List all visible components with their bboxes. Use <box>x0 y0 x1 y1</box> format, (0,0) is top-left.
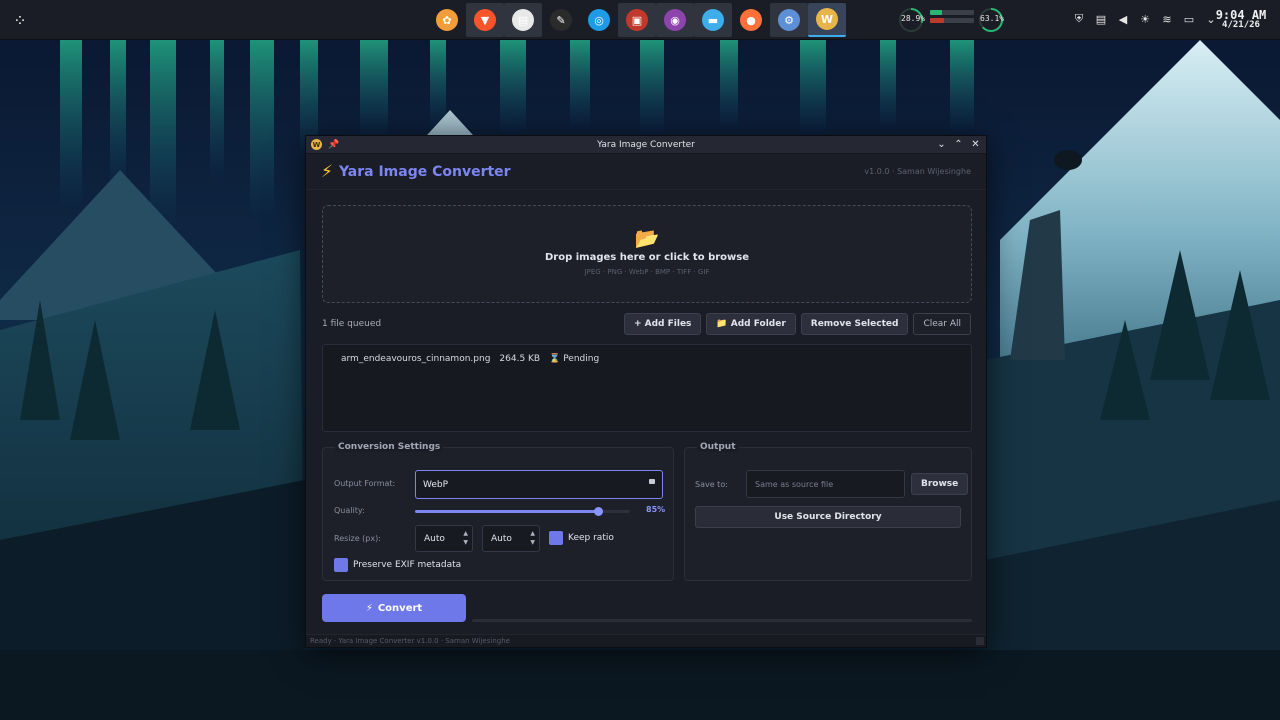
file-list[interactable]: arm_endeavouros_cinnamon.png 264.5 KB ⌛ … <box>322 344 972 432</box>
safari-compass-icon: ◎ <box>588 9 610 31</box>
kde-settings-icon: ⚙ <box>778 9 800 31</box>
presentation-app-icon: ▣ <box>626 9 648 31</box>
app-launcher-icon[interactable]: ⁘ <box>8 8 32 32</box>
brightness-icon[interactable]: ☀ <box>1138 11 1152 27</box>
brave-browser-icon: ▼ <box>474 9 496 31</box>
clear-all-button[interactable]: Clear All <box>913 313 971 335</box>
preserve-exif-label[interactable]: Preserve EXIF metadata <box>353 560 461 570</box>
lightning-icon: ⚡ <box>321 161 333 182</box>
resize-height-spinbox[interactable]: Auto ▲ ▼ <box>482 525 540 552</box>
conversion-settings-group: Conversion Settings Output Format: WebP … <box>322 442 674 581</box>
supported-formats: JPEG · PNG · WebP · BMP · TIFF · GIF <box>584 268 710 276</box>
output-group: Output Save to: Same as source file Brow… <box>684 442 972 581</box>
taskbar-item[interactable]: ▤ <box>504 3 542 37</box>
version-credit: v1.0.0 · Saman Wijesinghe <box>864 167 971 176</box>
output-format-value: WebP <box>423 479 449 490</box>
taskbar-item[interactable]: ✎ <box>542 3 580 37</box>
status-bar: Ready · Yara Image Converter v1.0.0 · Sa… <box>306 634 986 647</box>
flower-app-icon: ✿ <box>436 9 458 31</box>
taskbar-item[interactable]: ▼ <box>466 3 504 37</box>
hourglass-icon: ⌛ <box>549 354 561 364</box>
quality-slider[interactable] <box>415 507 630 516</box>
save-to-label: Save to: <box>695 480 728 489</box>
clock-date: 4/21/26 <box>1222 20 1260 30</box>
quality-slider-handle[interactable] <box>593 507 603 516</box>
app-name: Yara Image Converter <box>338 163 511 180</box>
resize-height-value: Auto <box>491 533 512 544</box>
window-title: Yara Image Converter <box>597 139 695 150</box>
status-text: Ready · Yara Image Converter v1.0.0 · Sa… <box>310 637 510 645</box>
keep-ratio-checkbox[interactable] <box>549 531 563 545</box>
app-window-icon[interactable]: W <box>311 139 322 150</box>
convert-label: Convert <box>377 602 423 614</box>
quality-label: Quality: <box>334 506 365 515</box>
conversion-settings-title: Conversion Settings <box>335 442 444 452</box>
save-path-input[interactable]: Same as source file <box>746 470 905 498</box>
taskbar: ✿ ▼ ▤ ✎ ◎ ▣ ◉ ▬ ● ⚙ W <box>428 3 846 37</box>
taskbar-item[interactable]: ▣ <box>618 3 656 37</box>
memory-percent: 63.1% <box>980 14 1005 23</box>
file-manager-icon: ▬ <box>702 9 724 31</box>
top-panel: ⁘ ✿ ▼ ▤ ✎ ◎ ▣ ◉ ▬ ● ⚙ W 28.9% 63.1% ⛨ ▤ ◀ ☀ ≋ ▭ ⌄ … <box>0 0 1280 40</box>
resize-width-spinbox[interactable]: Auto ▲ ▼ <box>415 525 473 552</box>
volume-icon[interactable]: ◀ <box>1116 11 1130 27</box>
output-format-label: Output Format: <box>334 479 396 488</box>
taskbar-item[interactable]: ◉ <box>656 3 694 37</box>
convert-button[interactable]: ⚡ Convert <box>322 594 466 622</box>
queue-count: 1 file queued <box>322 319 382 329</box>
disc-app-icon: ◉ <box>664 9 686 31</box>
browse-button[interactable]: Browse <box>911 473 969 495</box>
file-size: 264.5 KB <box>499 354 541 364</box>
firefox-icon: ● <box>740 9 762 31</box>
app-window: W 📌 Yara Image Converter ⌄ ⌃ ✕ ⚡ Yara Im… <box>305 135 987 648</box>
list-item[interactable]: arm_endeavouros_cinnamon.png 264.5 KB ⌛ … <box>323 345 971 364</box>
taskbar-item[interactable]: W <box>808 3 846 37</box>
display-icon[interactable]: ▭ <box>1182 11 1196 27</box>
window-titlebar[interactable]: W 📌 Yara Image Converter ⌄ ⌃ ✕ <box>306 136 986 154</box>
resize-width-value: Auto <box>424 533 445 544</box>
shield-icon[interactable]: ⛨ <box>1072 11 1086 27</box>
taskbar-item[interactable]: ● <box>732 3 770 37</box>
spin-arrows-icon[interactable]: ▲ ▼ <box>463 529 468 547</box>
dropdown-icon <box>649 479 655 484</box>
add-folder-button[interactable]: 📁 Add Folder <box>706 313 796 335</box>
lightning-icon: ⚡ <box>365 602 373 614</box>
keep-ratio-label[interactable]: Keep ratio <box>568 533 614 543</box>
output-format-select[interactable]: WebP <box>415 470 663 499</box>
maximize-button[interactable]: ⌃ <box>952 138 965 151</box>
close-button[interactable]: ✕ <box>969 138 982 151</box>
conversion-progress-bar <box>472 619 972 622</box>
remove-selected-button[interactable]: Remove Selected <box>800 313 909 335</box>
file-status: Pending <box>563 354 600 364</box>
pin-icon[interactable]: 📌 <box>328 140 339 150</box>
cpu-percent: 28.9% <box>901 14 926 23</box>
file-name: arm_endeavouros_cinnamon.png <box>341 354 491 364</box>
resize-grip-icon[interactable] <box>976 637 984 645</box>
dropzone-text: Drop images here or click to browse <box>545 252 749 263</box>
quality-value: 85% <box>646 505 666 514</box>
network-meter <box>930 10 974 30</box>
add-files-button[interactable]: + Add Files <box>623 313 702 335</box>
taskbar-item[interactable]: ✿ <box>428 3 466 37</box>
taskbar-item[interactable]: ◎ <box>580 3 618 37</box>
taskbar-item[interactable]: ⚙ <box>770 3 808 37</box>
yara-app-icon: W <box>816 8 838 30</box>
image-dropzone[interactable]: 📂 Drop images here or click to browse JP… <box>322 205 972 303</box>
clock[interactable]: 9:04 AM 4/21/26 <box>1210 9 1272 30</box>
spin-arrows-icon[interactable]: ▲ ▼ <box>530 529 535 547</box>
use-source-directory-button[interactable]: Use Source Directory <box>695 506 961 528</box>
notes-pen-icon: ✎ <box>550 9 572 31</box>
text-editor-icon: ▤ <box>512 9 534 31</box>
preserve-exif-checkbox[interactable] <box>334 558 348 572</box>
folder-open-icon: 📂 <box>634 226 660 250</box>
system-tray: ⛨ ▤ ◀ ☀ ≋ ▭ ⌄ <box>1072 11 1218 27</box>
resize-label: Resize (px): <box>334 534 381 543</box>
quality-slider-fill <box>415 510 598 513</box>
app-header: ⚡ Yara Image Converter v1.0.0 · Saman Wi… <box>306 154 986 190</box>
output-title: Output <box>697 442 739 452</box>
clipboard-icon[interactable]: ▤ <box>1094 11 1108 27</box>
minimize-button[interactable]: ⌄ <box>935 138 948 151</box>
taskbar-item[interactable]: ▬ <box>694 3 732 37</box>
wifi-icon[interactable]: ≋ <box>1160 11 1174 27</box>
